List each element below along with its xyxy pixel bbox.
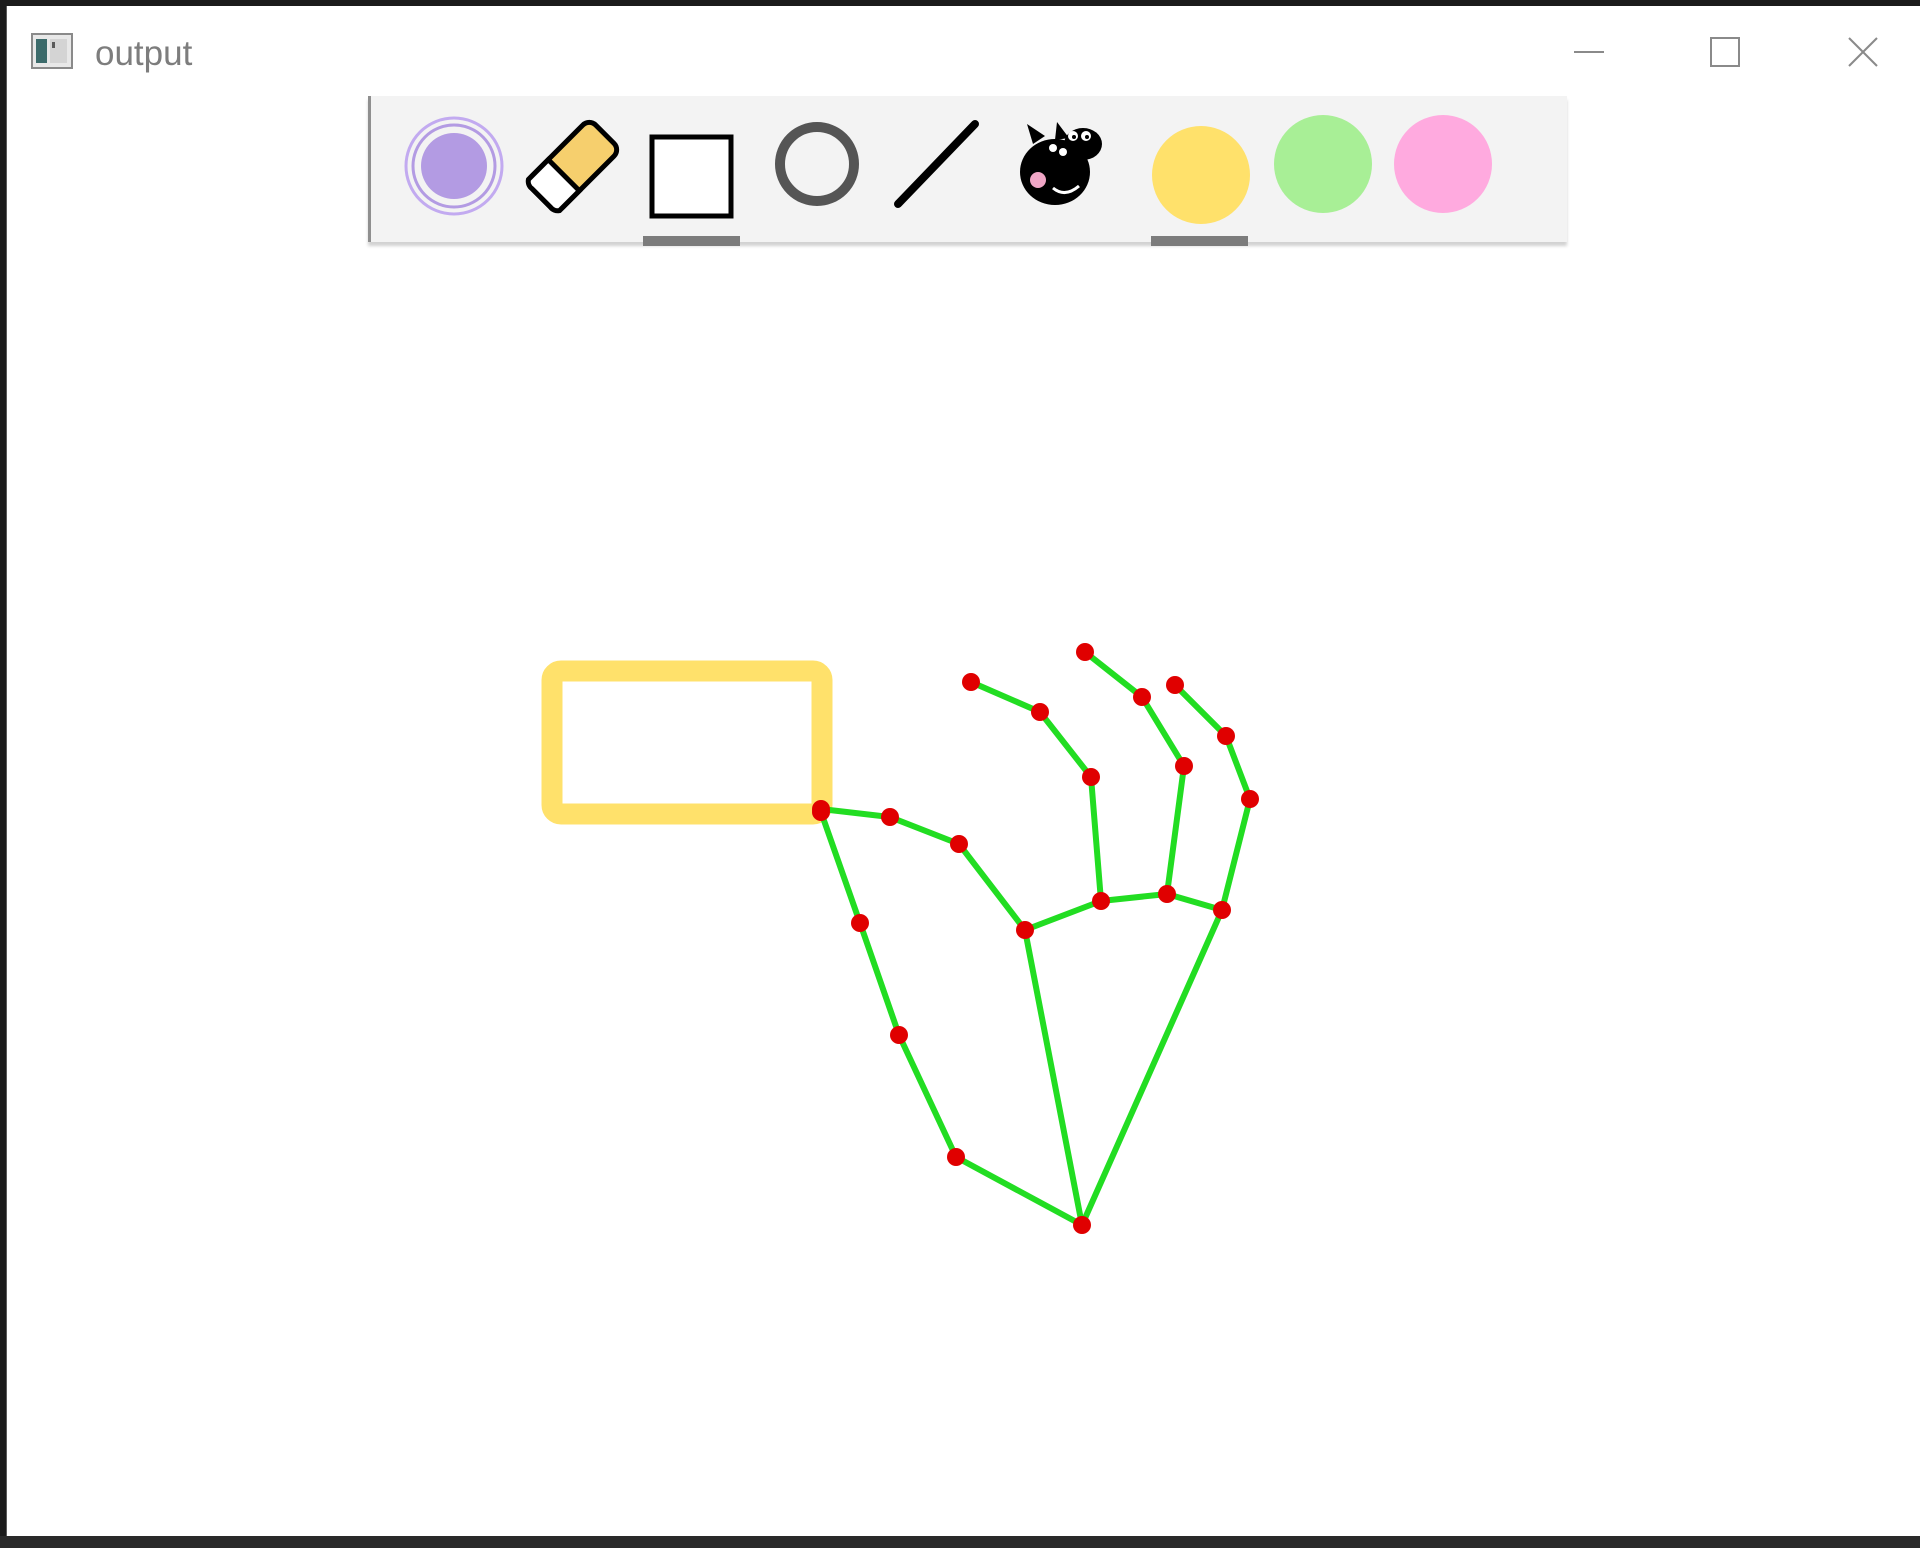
canvas-svg [541, 643, 1259, 1234]
maximize-icon [1708, 35, 1742, 74]
hand-landmark-point [947, 1148, 965, 1166]
hand-bone-line [1022, 898, 1104, 933]
hand-bone-line [896, 1032, 959, 1160]
hand-landmark-point [1217, 727, 1235, 745]
hand-landmark-point [1092, 892, 1110, 910]
hand-bone-line [1098, 891, 1170, 904]
close-icon [1846, 35, 1880, 74]
hand-bone-line [1139, 694, 1187, 769]
color-yellow[interactable] [1148, 96, 1258, 242]
title-bar[interactable]: output [7, 6, 1920, 96]
hand-landmark-point [1241, 790, 1259, 808]
hand-bone-line [857, 920, 902, 1038]
hand-landmark-point [890, 1026, 908, 1044]
window-title: output [95, 34, 193, 73]
swatch-yellow-fill [1152, 126, 1250, 224]
hand-bone-line [1082, 649, 1145, 700]
brush-tool[interactable] [401, 96, 511, 242]
color-green[interactable] [1270, 96, 1380, 242]
hand-landmark-point [1133, 688, 1151, 706]
color-pink[interactable] [1390, 96, 1500, 242]
hand-landmark-point [851, 914, 869, 932]
hand-bone-line [1037, 709, 1094, 780]
color-swatch-pink [1394, 115, 1492, 213]
hand-landmark-point [1082, 768, 1100, 786]
eraser-tool[interactable] [523, 96, 633, 242]
stamp-tool[interactable] [1003, 96, 1113, 242]
drawn-rectangle [541, 660, 833, 825]
window-bottom-border [0, 1536, 1920, 1548]
hand-landmark-point [950, 835, 968, 853]
hand-bone-line [1223, 733, 1253, 802]
app-window: output [6, 6, 1920, 1536]
rectangle-tool[interactable] [643, 96, 753, 242]
swatch-green-fill [1274, 115, 1372, 213]
hand-bone-line [1088, 774, 1104, 904]
minimize-button[interactable] [1554, 24, 1624, 84]
line-tool[interactable] [883, 96, 993, 242]
hand-landmark-point [881, 808, 899, 826]
hand-bone-line [818, 809, 863, 926]
hand-bone-line [887, 814, 962, 847]
hand-landmark-point [812, 800, 830, 818]
hand-bone-line [1164, 763, 1187, 897]
hand-bone-line [1079, 907, 1225, 1228]
toolbar [368, 96, 1567, 246]
hand-bone-line [1172, 682, 1229, 739]
hand-bone-line [818, 806, 893, 820]
color-swatch-green [1274, 115, 1372, 213]
hand-landmark-point [1073, 1216, 1091, 1234]
swatch-pink-fill [1394, 115, 1492, 213]
hand-landmark-point [1166, 676, 1184, 694]
hand-bone-line [956, 841, 1028, 933]
minimize-icon [1572, 35, 1606, 74]
hand-skeleton-lines [818, 649, 1253, 1228]
hand-landmark-point [1175, 757, 1193, 775]
color-swatch-yellow [1152, 126, 1250, 224]
hand-landmark-point [1016, 921, 1034, 939]
maximize-button[interactable] [1690, 24, 1760, 84]
hand-bone-line [968, 679, 1043, 715]
hand-bone-line [953, 1154, 1085, 1228]
close-button[interactable] [1828, 24, 1898, 84]
hand-landmark-point [1031, 703, 1049, 721]
hand-landmark-point [1076, 643, 1094, 661]
hand-landmark-point [1213, 901, 1231, 919]
opencv-window-icon [31, 33, 73, 69]
hand-landmark-point [962, 673, 980, 691]
hand-landmark-point [1158, 885, 1176, 903]
circle-tool[interactable] [763, 96, 873, 242]
hand-landmark-points [812, 643, 1259, 1234]
drawing-canvas[interactable] [7, 242, 1920, 1536]
hand-bone-line [1022, 927, 1085, 1228]
hand-bone-line [1219, 796, 1253, 913]
